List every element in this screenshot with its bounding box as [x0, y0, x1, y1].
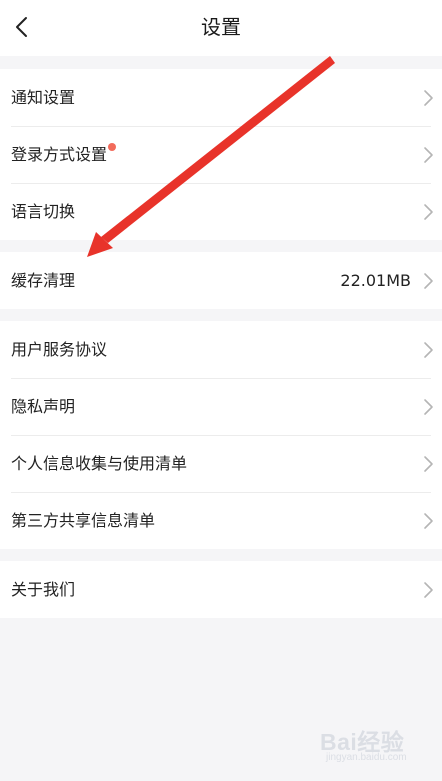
cache-size-value: 22.01MB	[340, 271, 411, 290]
settings-group-account: 通知设置 登录方式设置 语言切换	[0, 69, 442, 240]
row-personal-info-list[interactable]: 个人信息收集与使用清单	[0, 435, 442, 492]
row-label: 第三方共享信息清单	[11, 511, 156, 530]
row-login-method-settings[interactable]: 登录方式设置	[0, 126, 442, 183]
row-label: 语言切换	[11, 202, 76, 221]
navigation-bar: 设置	[0, 0, 442, 56]
chevron-right-icon	[424, 582, 433, 598]
row-label: 登录方式设置	[11, 126, 117, 183]
row-label: 个人信息收集与使用清单	[11, 454, 188, 473]
row-third-party-sharing-list[interactable]: 第三方共享信息清单	[0, 492, 442, 549]
chevron-right-icon	[424, 204, 433, 220]
row-about-us[interactable]: 关于我们	[0, 561, 442, 618]
settings-group-cache: 缓存清理 22.01MB	[0, 252, 442, 309]
row-privacy-statement[interactable]: 隐私声明	[0, 378, 442, 435]
watermark-subtext: jingyan.baidu.com	[326, 752, 407, 763]
row-label: 关于我们	[11, 580, 76, 599]
chevron-right-icon	[424, 456, 433, 472]
row-label: 隐私声明	[11, 397, 76, 416]
row-user-service-agreement[interactable]: 用户服务协议	[0, 321, 442, 378]
settings-group-legal: 用户服务协议 隐私声明 个人信息收集与使用清单 第三方共享信息清单	[0, 321, 442, 549]
page-title: 设置	[201, 15, 241, 39]
chevron-right-icon	[424, 90, 433, 106]
settings-group-about: 关于我们	[0, 561, 442, 618]
chevron-right-icon	[424, 342, 433, 358]
chevron-right-icon	[424, 399, 433, 415]
chevron-right-icon	[424, 273, 433, 289]
row-language-switch[interactable]: 语言切换	[0, 183, 442, 240]
baidu-jingyan-watermark: Bai经验 jingyan.baidu.com	[320, 723, 432, 767]
row-notification-settings[interactable]: 通知设置	[0, 69, 442, 126]
chevron-right-icon	[424, 147, 433, 163]
notification-dot	[108, 143, 117, 151]
row-label-text: 登录方式设置	[11, 145, 108, 164]
row-label: 缓存清理	[11, 271, 76, 290]
row-clear-cache[interactable]: 缓存清理 22.01MB	[0, 252, 442, 309]
chevron-right-icon	[424, 513, 433, 529]
row-label: 通知设置	[11, 88, 76, 107]
row-label: 用户服务协议	[11, 340, 108, 359]
